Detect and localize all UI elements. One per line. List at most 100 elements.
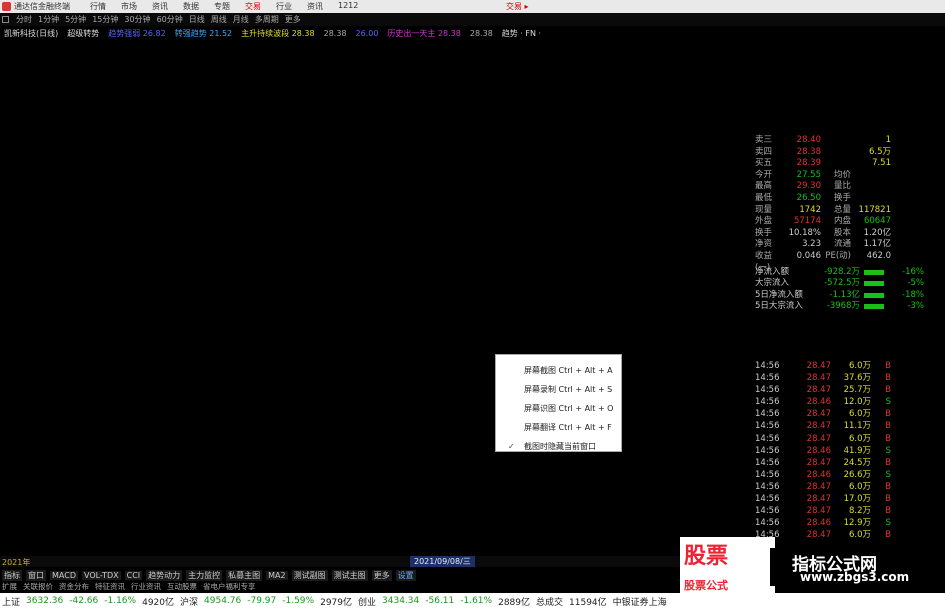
context-menu-item[interactable]: 屏幕录制 Ctrl + Alt + S [496, 380, 621, 399]
quote-value: 6.5万 [868, 146, 891, 157]
period-tab[interactable]: 多周期 [255, 14, 279, 25]
extension-tab[interactable]: 资金分布 [59, 581, 89, 592]
tick-time: 14:56 [755, 433, 780, 444]
watermark-stock-logo: 股票 股票公式 [680, 537, 775, 597]
tick-price: 28.47 [806, 385, 831, 396]
indicator-tab[interactable]: CCI [124, 570, 143, 580]
flow-row: 大宗流入 -572.5万 -5% [755, 278, 945, 290]
flow-label: 净流入额 [755, 266, 790, 277]
flow-row: 5日净流入额 -1.13亿 -18% [755, 290, 945, 302]
tick-side: B [885, 481, 891, 492]
tick-side: B [885, 494, 891, 505]
tick-side: S [885, 469, 891, 480]
indicator-tab[interactable]: 指标 [2, 569, 22, 581]
tick-side: B [885, 385, 891, 396]
status-item: -1.61% [460, 596, 493, 606]
tick-time: 14:56 [755, 373, 780, 384]
extension-tab[interactable]: 扩展 [2, 581, 17, 592]
period-tab[interactable]: 周线 [211, 14, 227, 25]
extension-tab[interactable]: 特征资讯 [95, 581, 125, 592]
extension-tab[interactable]: 关联报价 [23, 581, 53, 592]
tick-side: S [885, 397, 891, 408]
indicator-tab[interactable]: 趋势动力 [146, 569, 183, 581]
tick-price: 28.47 [806, 433, 831, 444]
legend-item: 转强趋势 21.52 [174, 28, 233, 38]
indicator-tab[interactable]: 主力监控 [186, 569, 223, 581]
quote-value: 57174 [793, 216, 821, 227]
trade-button[interactable]: 交易 ▸ [506, 1, 529, 12]
window-icon [2, 16, 9, 23]
period-tab[interactable]: 日线 [189, 14, 205, 25]
flow-value: -1.13亿 [829, 289, 861, 300]
tick-volume: 8.2万 [848, 506, 871, 517]
indicator-tab[interactable]: 测试副图 [291, 569, 328, 581]
indicator-tab[interactable]: MACD [50, 570, 78, 580]
context-menu-item[interactable]: 屏幕翻译 Ctrl + Alt + F [496, 418, 621, 437]
quote-label: 最低 [755, 192, 773, 203]
indicator-tab[interactable]: VOL-TDX [81, 570, 121, 580]
menu-item[interactable]: 数据 [183, 1, 199, 12]
tick-side: B [885, 409, 891, 420]
tick-volume: 6.0万 [848, 433, 871, 444]
tick-side: S [885, 445, 891, 456]
menu-item[interactable]: 资讯 [152, 1, 168, 12]
menu-item[interactable]: 资讯 [307, 1, 323, 12]
kline-chart[interactable] [0, 40, 755, 327]
tick-time: 14:56 [755, 421, 780, 432]
period-tab[interactable]: 1分钟 [38, 14, 59, 25]
indicator-tab[interactable]: 窗口 [26, 569, 46, 581]
quote-value [851, 193, 891, 205]
menu-item[interactable]: 1212 [338, 1, 358, 12]
tick-volume: 24.5万 [843, 457, 871, 468]
quote-label: 流通 [833, 239, 851, 250]
tick-volume: 25.7万 [843, 385, 871, 396]
tick-row: 14:56 28.46 12.0万 S [755, 396, 920, 408]
tick-time: 14:56 [755, 494, 780, 505]
quote-label: 卖四 [755, 146, 773, 157]
quote-row: 现量 1742 总量 117821 [755, 205, 945, 217]
context-menu-item[interactable]: ✓ 截图时隐藏当前窗口 [496, 437, 621, 456]
indicator-tab[interactable]: 更多 [371, 569, 392, 581]
legend-item: 26.00 [355, 28, 379, 38]
tick-row: 14:56 28.47 37.6万 B [755, 372, 920, 384]
tick-side: B [885, 373, 891, 384]
period-tab[interactable]: 月线 [233, 14, 249, 25]
tick-row: 14:56 28.46 12.9万 S [755, 517, 920, 529]
quote-label: 卖三 [755, 135, 773, 145]
quote-value: 1.20亿 [863, 227, 891, 238]
period-tab[interactable]: 15分钟 [92, 14, 118, 25]
menu-item[interactable]: 专题 [214, 1, 230, 12]
indicator-tab[interactable]: 私募主图 [226, 569, 263, 581]
tick-volume: 6.0万 [848, 409, 871, 420]
indicator-tab[interactable]: 测试主图 [331, 569, 368, 581]
context-menu-label: 屏幕录制 Ctrl + Alt + S [524, 385, 613, 394]
period-tab[interactable]: 5分钟 [65, 14, 86, 25]
context-menu-item[interactable]: 屏幕截图 Ctrl + Alt + A [496, 361, 621, 380]
legend-item: 趋势 · FN · [501, 28, 542, 38]
app-name: 通达信金融终端 [14, 2, 70, 11]
tick-side: B [885, 433, 891, 444]
legend-item: 历史出一天主 28.38 [387, 28, 461, 38]
indicator-tab[interactable]: 设置 [395, 569, 416, 581]
menu-item[interactable]: 行业 [276, 1, 292, 12]
flow-row: 净流入额 -928.2万 -16% [755, 267, 945, 279]
extension-tab[interactable]: 互动股票 [167, 581, 197, 592]
period-tab[interactable]: 分时 [16, 14, 32, 25]
quote-value: 0.046 [796, 250, 821, 261]
menu-item[interactable]: 市场 [121, 1, 137, 12]
period-tab[interactable]: 60分钟 [157, 14, 183, 25]
rsi-chart[interactable] [0, 327, 755, 556]
tick-time: 14:56 [755, 457, 780, 468]
context-menu-item[interactable]: 屏幕识图 Ctrl + Alt + O [496, 399, 621, 418]
extension-tab[interactable]: 行业资讯 [131, 581, 161, 592]
indicator-tab[interactable]: MA2 [266, 570, 288, 580]
tick-volume: 17.0万 [843, 494, 871, 505]
menu-item[interactable]: 行情 [90, 1, 106, 12]
tick-row: 14:56 28.47 11.1万 B [755, 420, 920, 432]
period-tab[interactable]: 更多 [285, 14, 301, 25]
status-item: -1.16% [104, 596, 137, 606]
extension-tab[interactable]: 省电户福利专享 [203, 581, 256, 592]
period-tab[interactable]: 30分钟 [124, 14, 150, 25]
status-item: 11594亿 [569, 597, 607, 608]
menu-item[interactable]: 交易 [245, 1, 261, 12]
